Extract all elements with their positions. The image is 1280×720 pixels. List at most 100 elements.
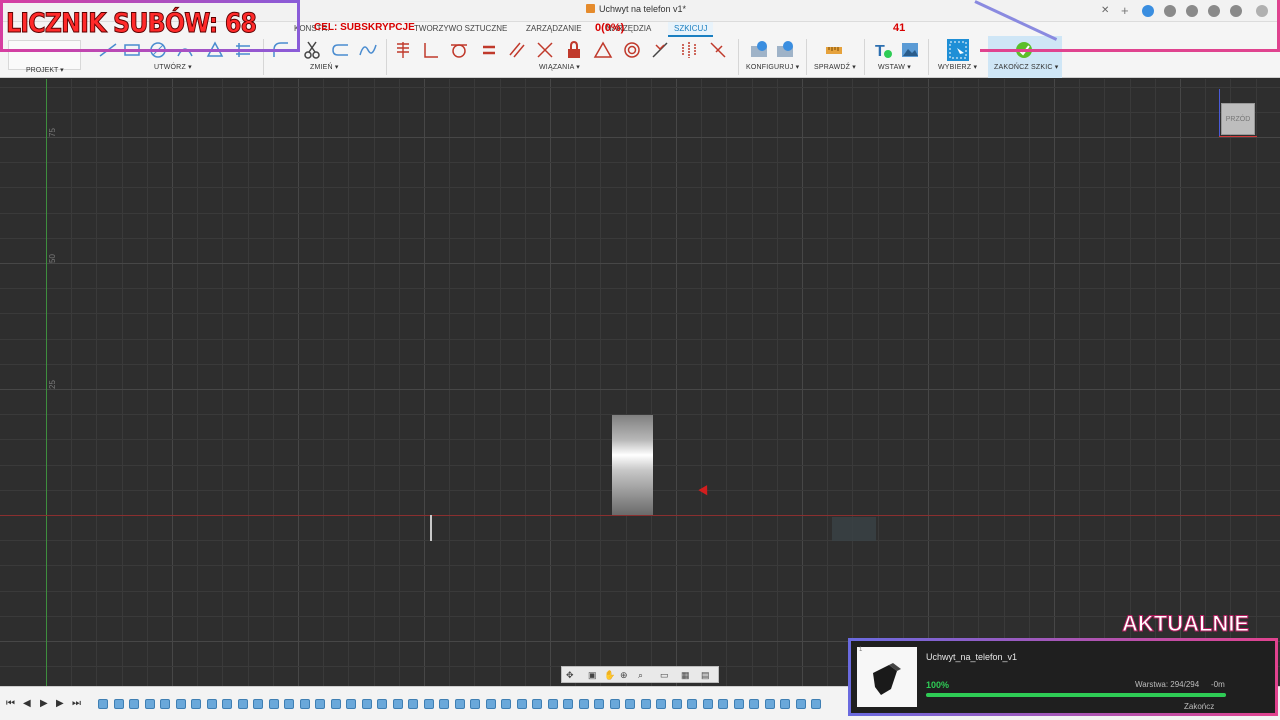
timeline-feature-icon[interactable] (346, 699, 356, 709)
insert-image-icon[interactable] (900, 40, 920, 60)
timeline-feature-icon[interactable] (764, 699, 775, 709)
group-select[interactable]: WYBIERZ ▾ (938, 63, 977, 71)
parallel-constraint-icon[interactable] (507, 40, 527, 60)
concentric-constraint-icon[interactable] (622, 40, 642, 60)
timeline-play-icon[interactable]: ▶ (40, 699, 48, 709)
group-modify[interactable]: ZMIEŃ ▾ (310, 63, 339, 71)
timeline-feature-icon[interactable] (113, 699, 124, 709)
spline-tool-icon[interactable] (358, 40, 378, 60)
timeline-feature-icon[interactable] (439, 699, 449, 709)
timeline-last-icon[interactable]: ⏭ (72, 699, 81, 709)
timeline-feature-icon[interactable] (795, 699, 806, 709)
timeline-feature-icon[interactable] (563, 699, 573, 709)
tab-manage[interactable]: ZARZĄDZANIE (520, 22, 588, 35)
grid-line (121, 79, 123, 686)
grid-settings-icon[interactable]: ▦ (681, 670, 691, 680)
intersect-constraint-icon[interactable] (535, 40, 555, 60)
display-settings-icon[interactable]: ▭ (660, 670, 670, 680)
tab-sketch[interactable]: SZKICUJ (668, 22, 714, 37)
timeline-feature-icon[interactable] (501, 699, 511, 709)
timeline-feature-icon[interactable] (98, 699, 108, 709)
equal-constraint-icon[interactable] (479, 40, 499, 60)
sketch-point[interactable] (430, 515, 432, 541)
timeline-feature-icon[interactable] (237, 699, 248, 709)
timeline-feature-icon[interactable] (315, 699, 325, 709)
timeline-feature-icon[interactable] (253, 699, 263, 709)
print-progress-label: 100% (926, 680, 950, 690)
tab-plastic[interactable]: TWORZYWO SZTUCZNE (408, 22, 513, 35)
timeline-feature-icon[interactable] (625, 699, 635, 709)
timeline-feature-icon[interactable] (718, 699, 728, 709)
timeline-feature-icon[interactable] (191, 699, 201, 709)
timeline-feature-icon[interactable] (687, 699, 697, 709)
group-insert[interactable]: WSTAW ▾ (878, 63, 911, 71)
document-title[interactable]: Uchwyt na telefon v1* (586, 4, 686, 14)
zoom-icon[interactable]: ⊕ (620, 670, 630, 680)
timeline-feature-icon[interactable] (733, 699, 744, 709)
timeline-feature-icon[interactable] (392, 699, 403, 709)
group-inspect[interactable]: SPRAWDŹ ▾ (814, 63, 856, 71)
midpoint-constraint-icon[interactable] (650, 40, 670, 60)
timeline-feature-icon[interactable] (299, 699, 310, 709)
triangle-constraint-icon[interactable] (593, 40, 613, 60)
timeline-feature-icon[interactable] (594, 699, 604, 709)
timeline-feature-icon[interactable] (206, 699, 217, 709)
measure-icon[interactable] (824, 40, 844, 60)
timeline-feature-icon[interactable] (671, 699, 682, 709)
timeline-feature-icon[interactable] (749, 699, 759, 709)
timeline-feature-icon[interactable] (377, 699, 387, 709)
zoom-window-icon[interactable]: ⌕ (638, 670, 648, 680)
timeline-feature-icon[interactable] (268, 699, 279, 709)
timeline-feature-icon[interactable] (423, 699, 434, 709)
timeline-feature-icon[interactable] (361, 699, 372, 709)
timeline-feature-icon[interactable] (547, 699, 558, 709)
timeline-feature-icon[interactable] (129, 699, 139, 709)
timeline-feature-icon[interactable] (454, 699, 465, 709)
timeline-first-icon[interactable]: ⏮ (6, 699, 15, 709)
group-create[interactable]: UTWÓRZ ▾ (154, 63, 192, 71)
insert-text-icon[interactable]: T (873, 40, 893, 60)
timeline-feature-icon[interactable] (609, 699, 620, 709)
configure-table-icon[interactable] (749, 40, 769, 60)
timeline-next-icon[interactable]: ▶ (56, 699, 64, 709)
fix-constraint-icon[interactable] (564, 40, 584, 60)
timeline-feature-icon[interactable] (485, 699, 496, 709)
group-constraints[interactable]: WIĄZANIA ▾ (539, 63, 580, 71)
orbit-icon[interactable]: ✥ (566, 670, 576, 680)
timeline-feature-icon[interactable] (578, 699, 589, 709)
timeline-feature-icon[interactable] (408, 699, 418, 709)
perpendicular-constraint-icon[interactable] (421, 40, 441, 60)
coincident-constraint-icon[interactable] (393, 40, 413, 60)
timeline-feature-icon[interactable] (470, 699, 480, 709)
viewports-icon[interactable]: ▤ (701, 670, 711, 680)
timeline-feature-icon[interactable] (640, 699, 651, 709)
configure-rules-icon[interactable] (775, 40, 795, 60)
symmetry-constraint-icon[interactable] (679, 40, 699, 60)
timeline-feature-icon[interactable] (702, 699, 713, 709)
timeline-feature-icon[interactable] (780, 699, 790, 709)
offset-tool-icon[interactable] (330, 40, 350, 60)
timeline-feature-icon[interactable] (516, 699, 527, 709)
timeline-feature-icon[interactable] (222, 699, 232, 709)
timeline-feature-icon[interactable] (144, 699, 155, 709)
timeline-feature-icon[interactable] (175, 699, 186, 709)
timeline-feature-icon[interactable] (656, 699, 666, 709)
timeline-feature-icon[interactable] (160, 699, 170, 709)
tangent-constraint-icon[interactable] (449, 40, 469, 60)
timeline-feature-icon[interactable] (811, 699, 821, 709)
timeline-prev-icon[interactable]: ◀ (23, 699, 31, 709)
trim-tool-icon[interactable] (302, 40, 322, 60)
timeline-feature-icon[interactable] (284, 699, 294, 709)
group-finish[interactable]: ZAKOŃCZ SZKIC ▾ (994, 63, 1058, 71)
sketch-body[interactable] (612, 415, 653, 515)
select-tool-icon[interactable] (946, 38, 970, 62)
viewcube[interactable]: PRZÓD (1221, 103, 1255, 135)
timeline-feature-icon[interactable] (330, 699, 341, 709)
grid-line (499, 79, 501, 686)
group-configure[interactable]: KONFIGURUJ ▾ (746, 63, 799, 71)
look-at-icon[interactable]: ▣ (588, 670, 598, 680)
sketch-canvas[interactable]: 75 50 25 PRZÓD (0, 79, 1280, 686)
pan-icon[interactable]: ✋ (604, 670, 615, 680)
timeline-feature-icon[interactable] (532, 699, 542, 709)
collinear-constraint-icon[interactable] (708, 40, 728, 60)
